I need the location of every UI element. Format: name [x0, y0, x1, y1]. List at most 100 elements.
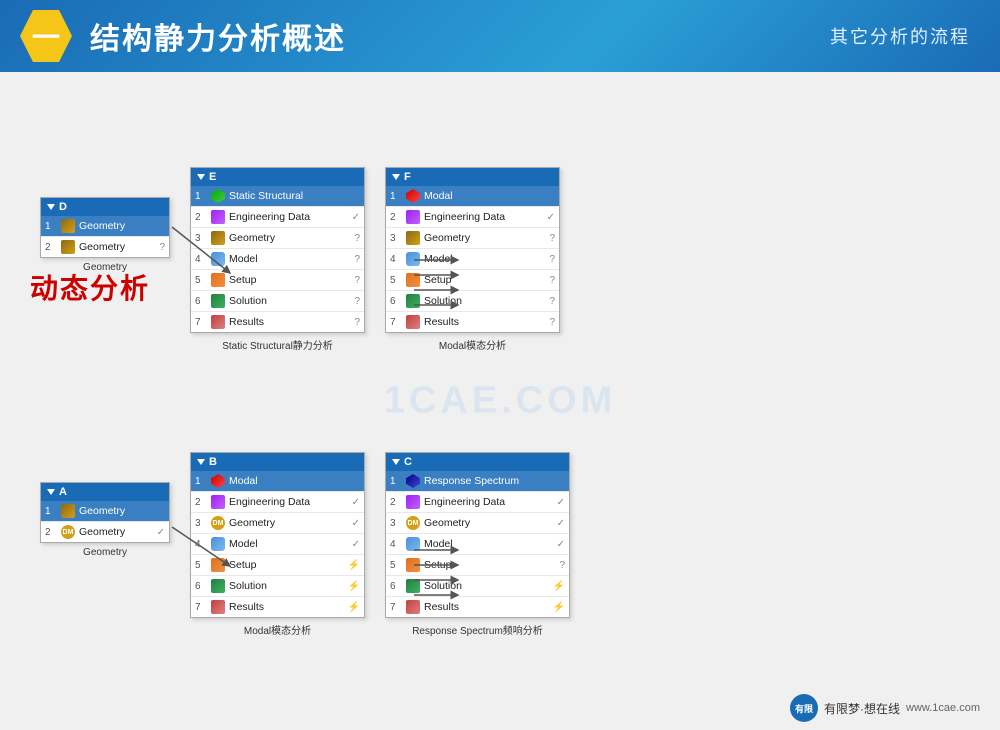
block-e-row-1: 1 Static Structural	[191, 186, 364, 207]
block-a-caption: Geometry	[83, 547, 127, 558]
block-a-group: A 1 Geometry 2 DM Geometry ✓ Geometry	[40, 482, 170, 558]
collapse-arrow-d	[47, 204, 55, 210]
block-d-caption: Geometry	[83, 262, 127, 273]
om-icon-a2: DM	[60, 524, 76, 540]
block-f-group: F 1 Modal 2 Engineering Data ✓ 3 Geometr…	[385, 167, 560, 352]
block-b-row-1: 1 Modal	[191, 471, 364, 492]
footer-logo-text: 有限	[795, 702, 813, 715]
footer-brand: 有限梦·想在线	[824, 700, 900, 717]
block-c-row-2: 2 Engineering Data ✓	[386, 492, 569, 513]
block-f-row-1: 1 Modal	[386, 186, 559, 207]
modal-icon-b1	[210, 473, 226, 489]
block-c-row-5: 5 Setup ?	[386, 555, 569, 576]
geo-icon-f3	[405, 230, 421, 246]
block-c-row-6: 6 Solution ⚡	[386, 576, 569, 597]
block-b-row-4: 4 Model ✓	[191, 534, 364, 555]
block-a-row-2: 2 DM Geometry ✓	[41, 522, 169, 542]
block-e-title: E	[209, 171, 216, 183]
model-icon-c4	[405, 536, 421, 552]
sol-icon-c6	[405, 578, 421, 594]
block-a-title: A	[59, 486, 67, 498]
model-icon-b4	[210, 536, 226, 552]
sol-icon-f6	[405, 293, 421, 309]
block-f-row-2: 2 Engineering Data ✓	[386, 207, 559, 228]
block-e: E 1 Static Structural 2 Engineering Data…	[190, 167, 365, 333]
block-c-caption: Response Spectrum频响分析	[412, 622, 543, 637]
eng-icon-f2	[405, 209, 421, 225]
rs-icon-c1	[405, 473, 421, 489]
geo-icon-d2	[60, 239, 76, 255]
block-e-group: E 1 Static Structural 2 Engineering Data…	[190, 167, 365, 352]
block-c-header[interactable]: C	[386, 453, 569, 471]
setup-icon-b5	[210, 557, 226, 573]
collapse-arrow-a	[47, 489, 55, 495]
block-e-header[interactable]: E	[191, 168, 364, 186]
block-a-header[interactable]: A	[41, 483, 169, 501]
header-hex-label: 一	[32, 16, 60, 56]
block-d-title: D	[59, 201, 67, 213]
modal-icon-f1	[405, 188, 421, 204]
footer-site: www.1cae.com	[906, 702, 980, 714]
footer: 有限 有限梦·想在线 www.1cae.com	[790, 694, 980, 722]
block-b-row-5: 5 Setup ⚡	[191, 555, 364, 576]
block-f-title: F	[404, 171, 411, 183]
sol-icon-e6	[210, 293, 226, 309]
block-c-row-1: 1 Response Spectrum	[386, 471, 569, 492]
block-b-title: B	[209, 456, 217, 468]
collapse-arrow-c	[392, 459, 400, 465]
block-e-row-4: 4 Model ?	[191, 249, 364, 270]
block-f-caption: Modal模态分析	[439, 337, 506, 352]
setup-icon-c5	[405, 557, 421, 573]
results-icon-e7	[210, 314, 226, 330]
block-f-row-6: 6 Solution ?	[386, 291, 559, 312]
footer-logo: 有限	[790, 694, 818, 722]
results-icon-c7	[405, 599, 421, 615]
setup-icon-e5	[210, 272, 226, 288]
header: 一 结构静力分析概述 其它分析的流程	[0, 0, 1000, 72]
block-e-caption: Static Structural静力分析	[222, 337, 333, 352]
block-f-row-4: 4 Model ?	[386, 249, 559, 270]
header-hex: 一	[20, 10, 72, 62]
block-d-header[interactable]: D	[41, 198, 169, 216]
bottom-flow-section: A 1 Geometry 2 DM Geometry ✓ Geometry	[40, 452, 980, 637]
block-b-caption: Modal模态分析	[244, 622, 311, 637]
block-e-row-2: 2 Engineering Data ✓	[191, 207, 364, 228]
block-d-group: D 1 Geometry 2 Geometry ? Geometry	[40, 197, 170, 273]
block-e-row-7: 7 Results ?	[191, 312, 364, 332]
block-d-row-1: 1 Geometry	[41, 216, 169, 237]
header-title: 结构静力分析概述	[90, 14, 346, 58]
eng-icon-c2	[405, 494, 421, 510]
block-b-row-6: 6 Solution ⚡	[191, 576, 364, 597]
block-f: F 1 Modal 2 Engineering Data ✓ 3 Geometr…	[385, 167, 560, 333]
block-b-group: B 1 Modal 2 Engineering Data ✓ 3 DM Geom…	[190, 452, 365, 637]
results-icon-f7	[405, 314, 421, 330]
header-subtitle: 其它分析的流程	[830, 23, 970, 49]
block-b: B 1 Modal 2 Engineering Data ✓ 3 DM Geom…	[190, 452, 365, 618]
eng-icon-b2	[210, 494, 226, 510]
block-b-header[interactable]: B	[191, 453, 364, 471]
eng-icon-e2	[210, 209, 226, 225]
block-d: D 1 Geometry 2 Geometry ?	[40, 197, 170, 258]
block-b-row-7: 7 Results ⚡	[191, 597, 364, 617]
block-c-row-3: 3 DM Geometry ✓	[386, 513, 569, 534]
block-f-row-5: 5 Setup ?	[386, 270, 559, 291]
setup-icon-f5	[405, 272, 421, 288]
block-f-row-7: 7 Results ?	[386, 312, 559, 332]
main-content: 1CAE.COM 动态分析 D 1 Geometry 2 Geometry	[0, 72, 1000, 730]
block-e-row-5: 5 Setup ?	[191, 270, 364, 291]
block-e-row-6: 6 Solution ?	[191, 291, 364, 312]
geo-icon-d1	[60, 218, 76, 234]
block-b-row-2: 2 Engineering Data ✓	[191, 492, 364, 513]
collapse-arrow-b	[197, 459, 205, 465]
collapse-arrow-e	[197, 174, 205, 180]
block-e-row-3: 3 Geometry ?	[191, 228, 364, 249]
model-icon-f4	[405, 251, 421, 267]
watermark: 1CAE.COM	[384, 380, 617, 423]
block-f-header[interactable]: F	[386, 168, 559, 186]
block-b-row-3: 3 DM Geometry ✓	[191, 513, 364, 534]
collapse-arrow-f	[392, 174, 400, 180]
ss-icon-e1	[210, 188, 226, 204]
block-c-row-7: 7 Results ⚡	[386, 597, 569, 617]
om-icon-b3: DM	[210, 515, 226, 531]
geo-icon-e3	[210, 230, 226, 246]
